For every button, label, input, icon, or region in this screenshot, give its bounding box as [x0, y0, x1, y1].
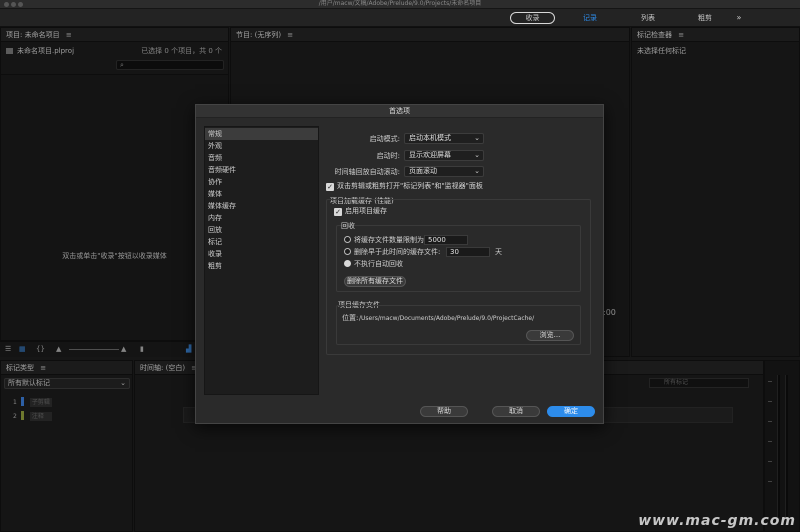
workspace-overflow-button[interactable]: »: [733, 12, 745, 24]
cache-location-path: /Users/macw/Documents/Adobe/Prelude/9.0/…: [359, 315, 535, 322]
category-media-cache[interactable]: 媒体缓存: [205, 200, 318, 212]
enable-cache-checkbox[interactable]: ✓ 启用项目缓存: [334, 207, 387, 216]
limit-files-input[interactable]: 5000: [424, 235, 468, 245]
startup-select[interactable]: 显示欢迎屏幕 ⌄: [404, 150, 484, 161]
cancel-button[interactable]: 取消: [492, 406, 540, 417]
startup-label: 启动时:: [376, 152, 400, 160]
category-ingest[interactable]: 收录: [205, 248, 318, 260]
autoscroll-label: 时间轴回放自动滚动:: [334, 168, 400, 176]
category-audio-hardware[interactable]: 音频硬件: [205, 164, 318, 176]
reclaim-title: 回收: [341, 222, 355, 230]
category-general[interactable]: 常规: [205, 128, 318, 140]
ok-button[interactable]: 确定: [547, 406, 595, 417]
chevron-down-icon: ⌄: [474, 151, 480, 159]
workspace-ingest-button[interactable]: 收录: [510, 12, 555, 24]
startup-mode-label: 启动模式:: [369, 135, 400, 143]
browse-button[interactable]: 浏览...: [526, 330, 574, 341]
chevron-down-icon: ⌄: [474, 134, 480, 142]
category-rough-cut[interactable]: 粗剪: [205, 260, 318, 272]
delete-older-radio[interactable]: 删除早于此时间的缓存文件:: [344, 248, 440, 257]
startup-value: 显示欢迎屏幕: [409, 151, 451, 159]
open-panels-label: 双击剪辑或粗剪打开"标记列表"和"监视器"面板: [337, 182, 483, 190]
workspace-log-button[interactable]: 记录: [578, 12, 602, 24]
chevron-down-icon: ⌄: [474, 167, 480, 175]
checkmark-icon: ✓: [334, 208, 342, 216]
delete-older-input[interactable]: 30: [446, 247, 490, 257]
delete-older-label: 删除早于此时间的缓存文件:: [354, 248, 441, 256]
preferences-category-list: 常规 外观 音频 音频硬件 协作 媒体 媒体缓存 内存 回放 标记 收录 粗剪: [204, 126, 319, 395]
startup-mode-select[interactable]: 启动本机模式 ⌄: [404, 133, 484, 144]
category-markers[interactable]: 标记: [205, 236, 318, 248]
limit-files-radio[interactable]: 将缓存文件数量限制为: [344, 236, 424, 245]
workspace-bar: 收录 记录 列表 粗剪 »: [0, 9, 800, 27]
category-media[interactable]: 媒体: [205, 188, 318, 200]
category-audio[interactable]: 音频: [205, 152, 318, 164]
preferences-dialog: 首选项 常规 外观 音频 音频硬件 协作 媒体 媒体缓存 内存 回放 标记 收录…: [195, 104, 604, 424]
autoscroll-value: 页面滚动: [409, 167, 437, 175]
autoscroll-select[interactable]: 页面滚动 ⌄: [404, 166, 484, 177]
window-title: /用户/macw/文稿/Adobe/Prelude/9.0/Projects/未…: [318, 0, 482, 7]
radio-on-icon: [344, 260, 351, 267]
workspace-list-button[interactable]: 列表: [635, 12, 661, 24]
category-collaboration[interactable]: 协作: [205, 176, 318, 188]
workspace-rough-cut-button[interactable]: 粗剪: [694, 12, 716, 24]
radio-off-icon: [344, 248, 351, 255]
open-panels-checkbox[interactable]: ✓ 双击剪辑或粗剪打开"标记列表"和"监视器"面板: [326, 182, 483, 191]
enable-cache-label: 启用项目缓存: [345, 207, 387, 215]
category-memory[interactable]: 内存: [205, 212, 318, 224]
days-unit: 天: [495, 248, 502, 256]
limit-files-label: 将缓存文件数量限制为: [354, 236, 424, 244]
checkmark-icon: ✓: [326, 183, 334, 191]
radio-off-icon: [344, 236, 351, 243]
category-playback[interactable]: 回放: [205, 224, 318, 236]
startup-mode-value: 启动本机模式: [409, 134, 451, 142]
window-title-bar: /用户/macw/文稿/Adobe/Prelude/9.0/Projects/未…: [0, 0, 800, 9]
location-label: 位置:: [342, 314, 359, 322]
delete-all-cache-button[interactable]: 删除所有缓存文件: [344, 276, 406, 287]
dialog-title: 首选项: [196, 105, 603, 118]
help-button[interactable]: 帮助: [420, 406, 468, 417]
no-reclaim-radio[interactable]: 不执行自动回收: [344, 260, 403, 269]
category-appearance[interactable]: 外观: [205, 140, 318, 152]
no-reclaim-label: 不执行自动回收: [354, 260, 403, 268]
